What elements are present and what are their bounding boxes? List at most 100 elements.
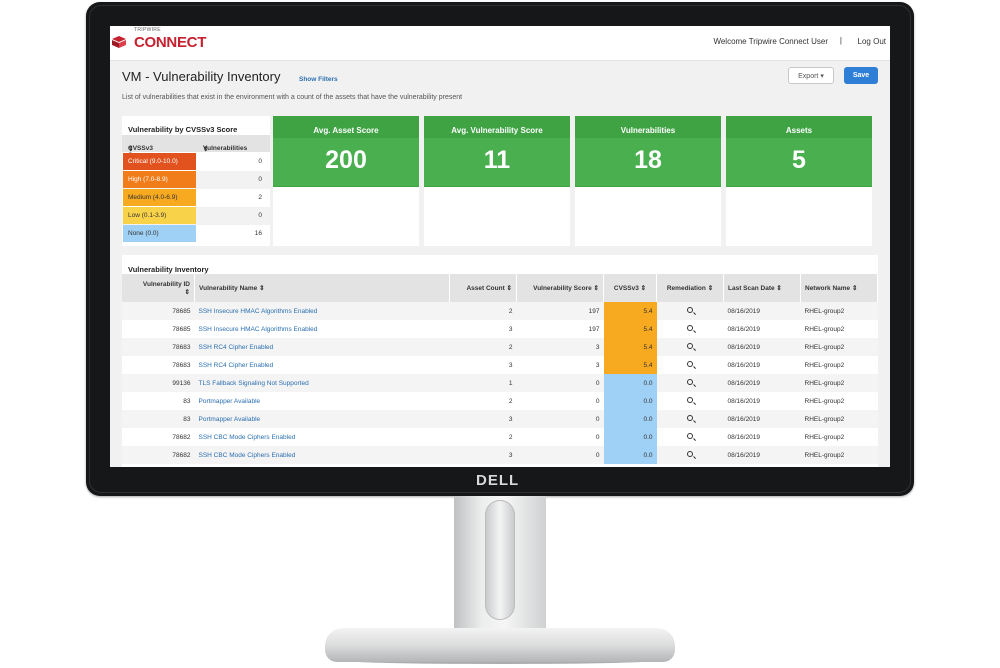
- search-icon[interactable]: [687, 415, 693, 421]
- kpi-value: 11: [424, 146, 570, 175]
- last-scan-date-cell: 08/16/2019: [724, 410, 801, 428]
- last-scan-date-cell: 08/16/2019: [724, 392, 801, 410]
- asset-count-cell: 3: [450, 320, 517, 338]
- vulnerability-name-link[interactable]: TLS Fallback Signaling Not Supported: [195, 374, 450, 392]
- search-icon[interactable]: [687, 361, 693, 367]
- vulnerability-score-cell: 0: [517, 392, 604, 410]
- search-icon[interactable]: [687, 379, 693, 385]
- asset-count-cell: 3: [450, 410, 517, 428]
- search-icon[interactable]: [687, 433, 693, 439]
- remediation-cell[interactable]: [657, 428, 724, 446]
- asset-count-cell: 2: [450, 338, 517, 356]
- vulnerability-name-link[interactable]: SSH RC4 Cipher Enabled: [195, 356, 450, 374]
- table-row[interactable]: 78682SSH CBC Mode Ciphers Enabled300.008…: [122, 446, 878, 464]
- column-header-asset-count[interactable]: Asset Count ⇕: [450, 274, 517, 302]
- network-name-cell: RHEL-group2: [801, 356, 878, 374]
- vulnerability-name-link[interactable]: SSH Insecure HMAC Algorithms Enabled: [195, 302, 450, 320]
- sort-icon: ⇕: [641, 285, 646, 292]
- vulnerability-score-cell: 197: [517, 320, 604, 338]
- vulnerability-id-cell: 83: [122, 392, 195, 410]
- remediation-cell[interactable]: [657, 356, 724, 374]
- table-row[interactable]: 99136TLS Fallback Signaling Not Supporte…: [122, 374, 878, 392]
- last-scan-date-cell: 08/16/2019: [724, 338, 801, 356]
- vulnerability-name-link[interactable]: SSH CBC Mode Ciphers Enabled: [195, 446, 450, 464]
- cvss-score-cell: 0.0: [604, 410, 657, 428]
- dell-logo: DELL: [476, 472, 519, 489]
- table-row[interactable]: 78682SSH CBC Mode Ciphers Enabled200.008…: [122, 428, 878, 446]
- page-description: List of vulnerabilities that exist in th…: [122, 94, 462, 101]
- vulnerability-name-link[interactable]: Portmapper Available: [195, 392, 450, 410]
- network-name-cell: RHEL-group2: [801, 428, 878, 446]
- search-icon[interactable]: [687, 307, 693, 313]
- sort-icon: ⇕: [259, 285, 264, 292]
- table-row[interactable]: 83Portmapper Available200.008/16/2019RHE…: [122, 392, 878, 410]
- asset-count-cell: 2: [450, 302, 517, 320]
- remediation-cell[interactable]: [657, 446, 724, 464]
- last-scan-date-cell: 08/16/2019: [724, 320, 801, 338]
- vulnerability-id-cell: 78685: [122, 320, 195, 338]
- cvss-row[interactable]: Medium (4.0-6.9) 2: [122, 189, 270, 207]
- table-row[interactable]: 78685SSH Insecure HMAC Algorithms Enable…: [122, 320, 878, 338]
- vulnerability-name-link[interactable]: SSH Insecure HMAC Algorithms Enabled: [195, 320, 450, 338]
- remediation-cell[interactable]: [657, 302, 724, 320]
- logout-link[interactable]: Log Out: [858, 37, 886, 46]
- table-row[interactable]: 78683SSH RC4 Cipher Enabled235.408/16/20…: [122, 338, 878, 356]
- remediation-cell[interactable]: [657, 320, 724, 338]
- last-scan-date-cell: 08/16/2019: [724, 446, 801, 464]
- search-icon[interactable]: [687, 397, 693, 403]
- vulnerability-name-link[interactable]: SSH RC4 Cipher Enabled: [195, 338, 450, 356]
- column-header-remediation[interactable]: Remediation ⇕: [657, 274, 724, 302]
- sort-icon: ⇕: [203, 145, 208, 153]
- asset-count-cell: 2: [450, 392, 517, 410]
- cvss-row[interactable]: High (7.0-8.9)0: [122, 171, 270, 189]
- search-icon[interactable]: [687, 325, 693, 331]
- vulnerability-id-cell: 83: [122, 410, 195, 428]
- search-icon[interactable]: [687, 451, 693, 457]
- remediation-cell[interactable]: [657, 374, 724, 392]
- remediation-cell[interactable]: [657, 392, 724, 410]
- table-row[interactable]: 78683SSH RC4 Cipher Enabled335.408/16/20…: [122, 356, 878, 374]
- vulnerability-id-cell: 99136: [122, 374, 195, 392]
- vulnerability-score-cell: 0: [517, 428, 604, 446]
- network-name-cell: RHEL-group2: [801, 374, 878, 392]
- remediation-cell[interactable]: [657, 338, 724, 356]
- sort-icon: ⇕: [507, 285, 512, 292]
- vulnerability-score-cell: 3: [517, 338, 604, 356]
- column-header-vulnerability-name[interactable]: Vulnerability Name ⇕: [195, 274, 450, 302]
- last-scan-date-cell: 08/16/2019: [724, 428, 801, 446]
- table-row[interactable]: 83Portmapper Available300.008/16/2019RHE…: [122, 410, 878, 428]
- column-header-cvssv3[interactable]: CVSSv3 ⇕: [604, 274, 657, 302]
- cvss-severity-label: Low (0.1-3.9): [123, 207, 196, 224]
- export-button[interactable]: Export ▾: [788, 67, 834, 84]
- vulnerability-name-link[interactable]: SSH CBC Mode Ciphers Enabled: [195, 428, 450, 446]
- cvss-row[interactable]: Critical (9.0-10.0)0: [122, 153, 270, 171]
- cvss-severity-label: Medium (4.0-6.9): [123, 189, 196, 206]
- vulnerability-score-cell: 0: [517, 374, 604, 392]
- cvss-row[interactable]: Low (0.1-3.9)0: [122, 207, 270, 225]
- cvss-severity-count: 2: [258, 189, 262, 206]
- column-header-network-name[interactable]: Network Name ⇕: [801, 274, 878, 302]
- vulnerability-id-cell: 78682: [122, 428, 195, 446]
- network-name-cell: RHEL-group2: [801, 320, 878, 338]
- cvss-score-panel: Vulnerability by CVSSv3 Score CVSSv3 Sco…: [122, 116, 270, 246]
- export-label: Export: [798, 73, 818, 80]
- inventory-title: Vulnerability Inventory: [128, 265, 209, 274]
- table-row[interactable]: 78685SSH Insecure HMAC Algorithms Enable…: [122, 302, 878, 320]
- brand-logo-text[interactable]: CONNECT: [134, 34, 206, 51]
- kpi-card: Assets5: [726, 116, 872, 246]
- vulnerability-name-link[interactable]: Portmapper Available: [195, 410, 450, 428]
- kpi-box: Avg. Asset Score200: [273, 116, 419, 187]
- last-scan-date-cell: 08/16/2019: [724, 356, 801, 374]
- save-button[interactable]: Save: [844, 67, 878, 84]
- cvss-row[interactable]: None (0.0)16: [122, 225, 270, 243]
- cvss-score-cell: 5.4: [604, 320, 657, 338]
- search-icon[interactable]: [687, 343, 693, 349]
- column-header-last-scan-date[interactable]: Last Scan Date ⇕: [724, 274, 801, 302]
- column-header-vulnerability-id[interactable]: Vulnerability ID⇕: [122, 274, 195, 302]
- column-header-vulnerability-score[interactable]: Vulnerability Score ⇕: [517, 274, 604, 302]
- chevron-down-icon: ▾: [820, 73, 824, 80]
- remediation-cell[interactable]: [657, 410, 724, 428]
- header-separator: |: [840, 36, 842, 45]
- cvss-score-cell: 0.0: [604, 392, 657, 410]
- show-filters-link[interactable]: Show Filters: [299, 76, 338, 83]
